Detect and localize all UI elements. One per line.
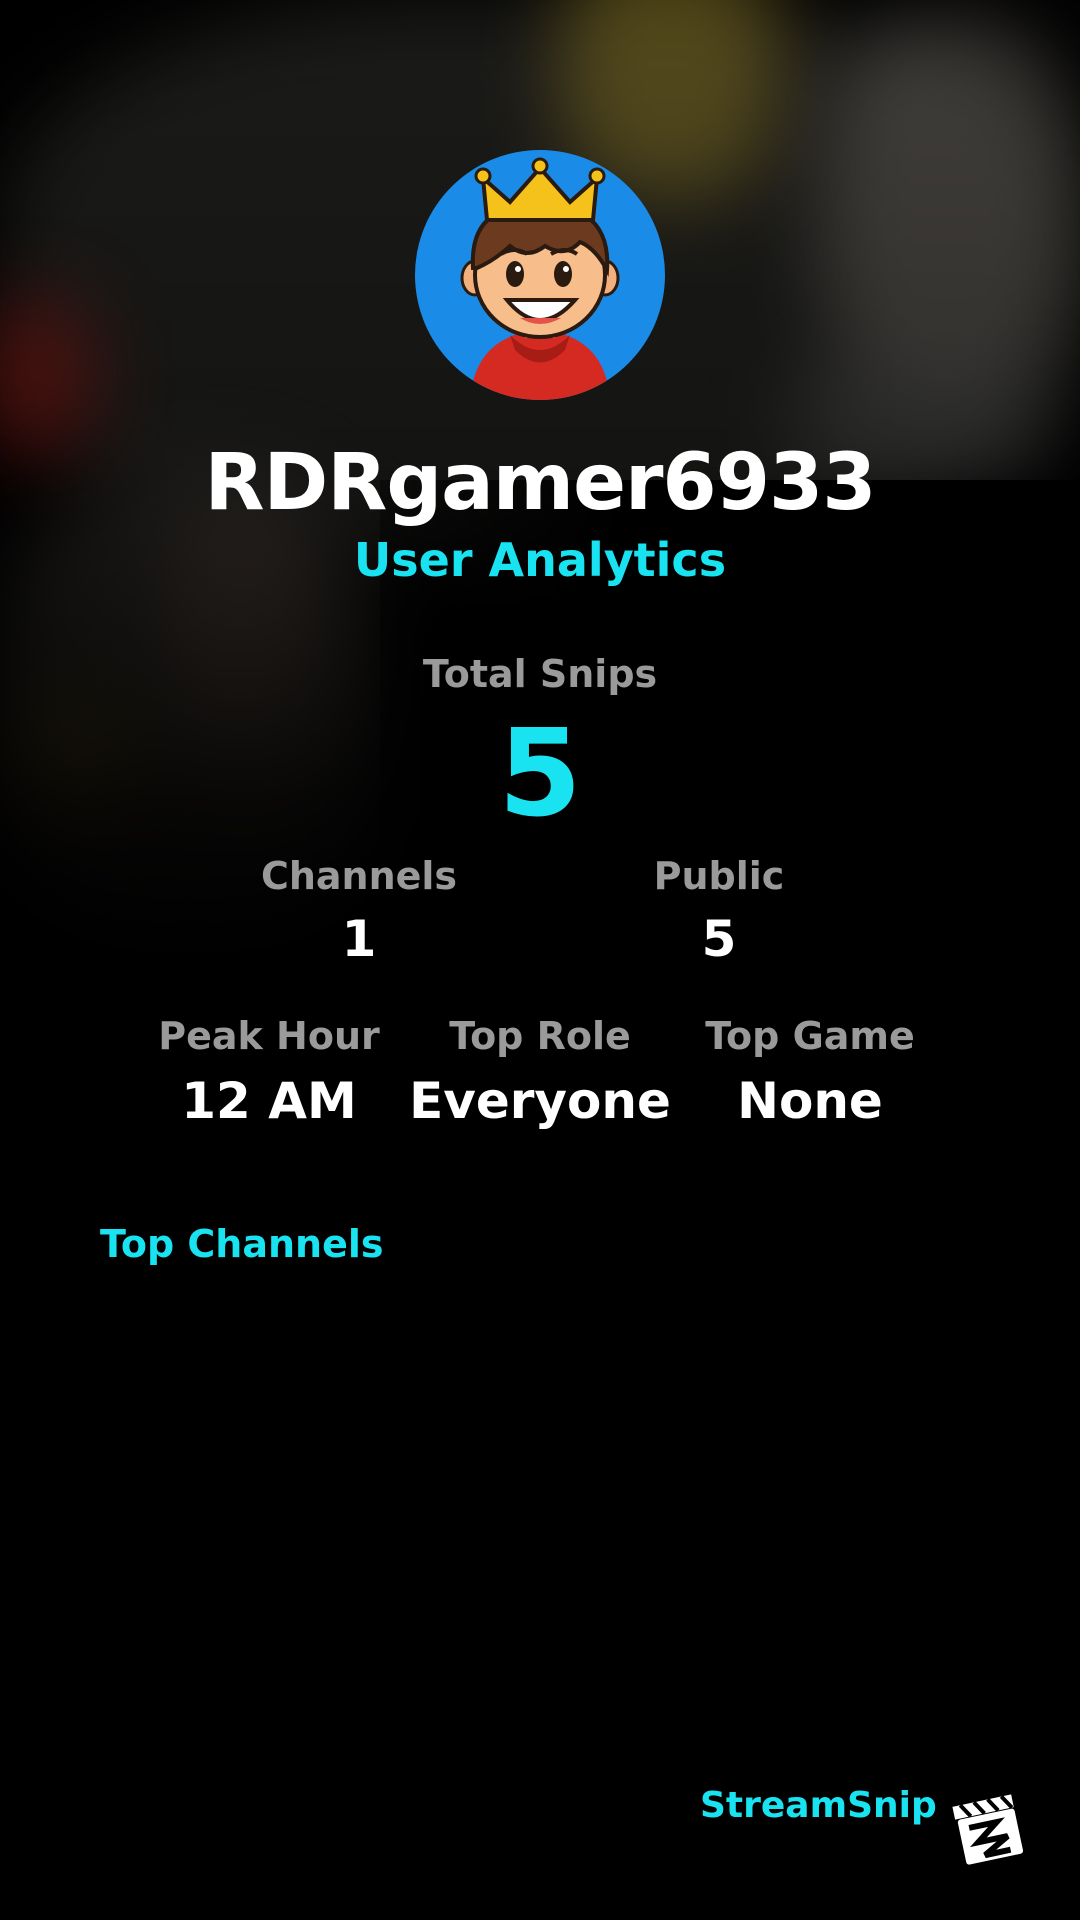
brand-name: StreamSnip [700,1785,937,1826]
page-subtitle: User Analytics [353,533,727,587]
username: RDRgamer6933 [204,438,876,528]
clapperboard-logo-icon [948,1790,1028,1870]
total-snips-value: 5 [498,705,582,844]
crowned-boy-avatar-icon [460,157,620,400]
peak-hour-label: Peak Hour [158,1014,380,1058]
top-channels-heading: Top Channels [100,1222,384,1266]
top-role-value: Everyone [409,1072,671,1130]
public-value: 5 [701,910,737,968]
total-snips-label: Total Snips [422,652,658,696]
analytics-card: RDRgamer6933 User Analytics Total Snips … [0,0,1080,1920]
avatar [415,150,665,400]
channels-value: 1 [341,910,377,968]
public-label: Public [653,854,785,898]
peak-hour-value: 12 AM [181,1072,357,1130]
top-game-label: Top Game [705,1014,915,1058]
channels-label: Channels [260,854,458,898]
top-role-label: Top Role [449,1014,631,1058]
top-game-value: None [737,1072,883,1130]
